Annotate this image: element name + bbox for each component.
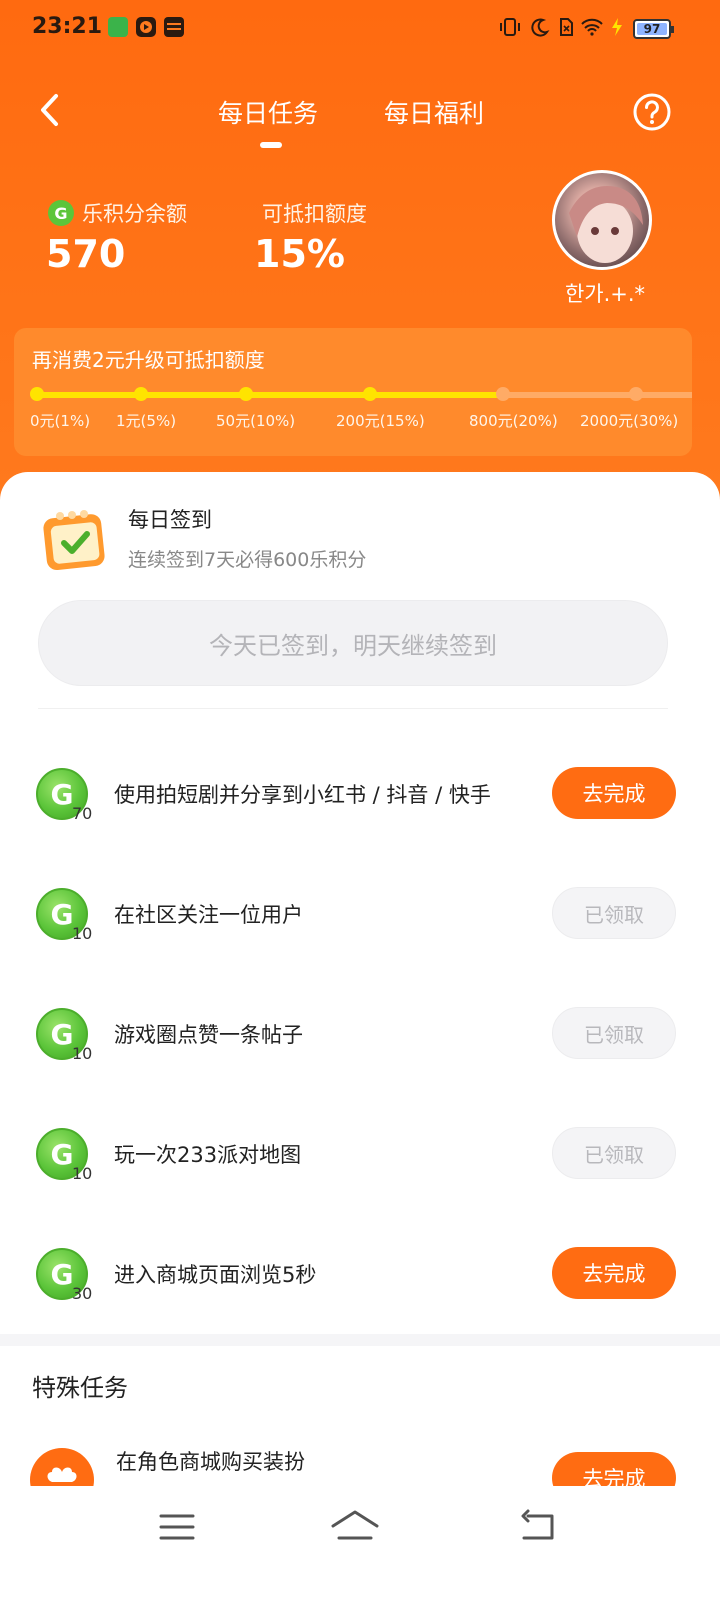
deduct-limit-value: 15% bbox=[254, 232, 345, 276]
checkin-subtitle: 连续签到7天必得600乐积分 bbox=[128, 549, 367, 571]
task-description: 使用拍短剧并分享到小红书 / 抖音 / 快手 bbox=[114, 783, 491, 807]
menu-icon[interactable] bbox=[158, 1508, 196, 1546]
special-task-description: 在角色商城购买装扮 bbox=[116, 1450, 305, 1474]
level-dot bbox=[134, 387, 148, 401]
username: 한가.+.* bbox=[564, 282, 646, 306]
active-tab-indicator bbox=[260, 142, 282, 148]
level-step-label: 1元(5%) bbox=[116, 412, 177, 430]
task-description: 游戏圈点赞一条帖子 bbox=[114, 1023, 303, 1047]
level-dot bbox=[496, 387, 510, 401]
task-points: 30 bbox=[72, 1284, 93, 1303]
task-row: G 10 游戏圈点赞一条帖子 已领取 bbox=[0, 988, 720, 1078]
calendar-check-icon bbox=[43, 510, 105, 571]
task-go-button[interactable]: 去完成 bbox=[552, 1247, 676, 1299]
checkin-title: 每日签到 bbox=[128, 508, 212, 532]
points-balance-value: 570 bbox=[46, 232, 126, 276]
task-points: 10 bbox=[72, 1164, 93, 1183]
points-balance-label: 乐积分余额 bbox=[82, 202, 187, 226]
task-go-button[interactable]: 去完成 bbox=[552, 767, 676, 819]
level-dot bbox=[239, 387, 253, 401]
back-arrow-icon[interactable] bbox=[32, 90, 72, 130]
section-separator bbox=[0, 1334, 720, 1346]
task-row: G 70 使用拍短剧并分享到小红书 / 抖音 / 快手 去完成 bbox=[0, 748, 720, 838]
status-bar: 23:21 97 bbox=[0, 0, 720, 60]
battery-indicator: 97 bbox=[633, 19, 674, 39]
battery-level: 97 bbox=[643, 22, 661, 36]
level-upgrade-title: 再消费2元升级可抵扣额度 bbox=[32, 348, 265, 372]
level-dot bbox=[629, 387, 643, 401]
task-description: 玩一次233派对地图 bbox=[114, 1143, 302, 1167]
task-points: 10 bbox=[72, 1044, 93, 1063]
level-dot bbox=[30, 387, 44, 401]
home-icon[interactable] bbox=[330, 1508, 380, 1546]
task-claimed-button[interactable]: 已领取 bbox=[552, 1007, 676, 1059]
special-tasks-title: 特殊任务 bbox=[32, 1374, 128, 1402]
progress-track-remaining bbox=[504, 392, 692, 398]
back-nav-icon[interactable] bbox=[518, 1508, 558, 1546]
level-dot bbox=[363, 387, 377, 401]
task-points: 10 bbox=[72, 924, 93, 943]
level-step-label: 200元(15%) bbox=[336, 412, 425, 430]
divider bbox=[38, 708, 668, 709]
charging-icon bbox=[612, 18, 622, 36]
task-description: 进入商城页面浏览5秒 bbox=[114, 1263, 317, 1287]
level-step-label: 0元(1%) bbox=[30, 412, 91, 430]
video-notification-icon bbox=[136, 17, 156, 37]
task-description: 在社区关注一位用户 bbox=[114, 903, 303, 927]
level-step-label: 800元(20%) bbox=[469, 412, 558, 430]
task-row: G 10 在社区关注一位用户 已领取 bbox=[0, 868, 720, 958]
task-row: G 30 进入商城页面浏览5秒 去完成 bbox=[0, 1228, 720, 1318]
points-coin-icon: G bbox=[48, 200, 74, 226]
tab-daily-tasks[interactable]: 每日任务 bbox=[218, 94, 318, 130]
vibrate-icon bbox=[500, 18, 520, 36]
level-progress-card: 再消费2元升级可抵扣额度 0元(1%) 1元(5%) 50元(10%) 200元… bbox=[14, 328, 692, 456]
wifi-icon bbox=[581, 18, 603, 36]
deduct-limit-label: 可抵扣额度 bbox=[262, 202, 367, 226]
level-step-label: 2000元(30%) bbox=[580, 412, 679, 430]
progress-track-filled bbox=[36, 392, 504, 398]
app-notification-icon bbox=[108, 17, 128, 37]
level-step-label: 50元(10%) bbox=[216, 412, 296, 430]
checkin-button[interactable]: 今天已签到，明天继续签到 bbox=[38, 600, 668, 686]
task-claimed-button[interactable]: 已领取 bbox=[552, 887, 676, 939]
status-time: 23:21 bbox=[32, 14, 103, 39]
help-question-icon[interactable] bbox=[632, 92, 672, 132]
tab-daily-welfare[interactable]: 每日福利 bbox=[384, 94, 484, 130]
user-avatar[interactable] bbox=[552, 170, 652, 270]
task-row: G 10 玩一次233派对地图 已领取 bbox=[0, 1108, 720, 1198]
task-claimed-button[interactable]: 已领取 bbox=[552, 1127, 676, 1179]
do-not-disturb-moon-icon bbox=[531, 18, 550, 37]
sim-off-icon bbox=[560, 18, 573, 36]
task-points: 70 bbox=[72, 804, 93, 823]
card-notification-icon bbox=[164, 17, 184, 37]
